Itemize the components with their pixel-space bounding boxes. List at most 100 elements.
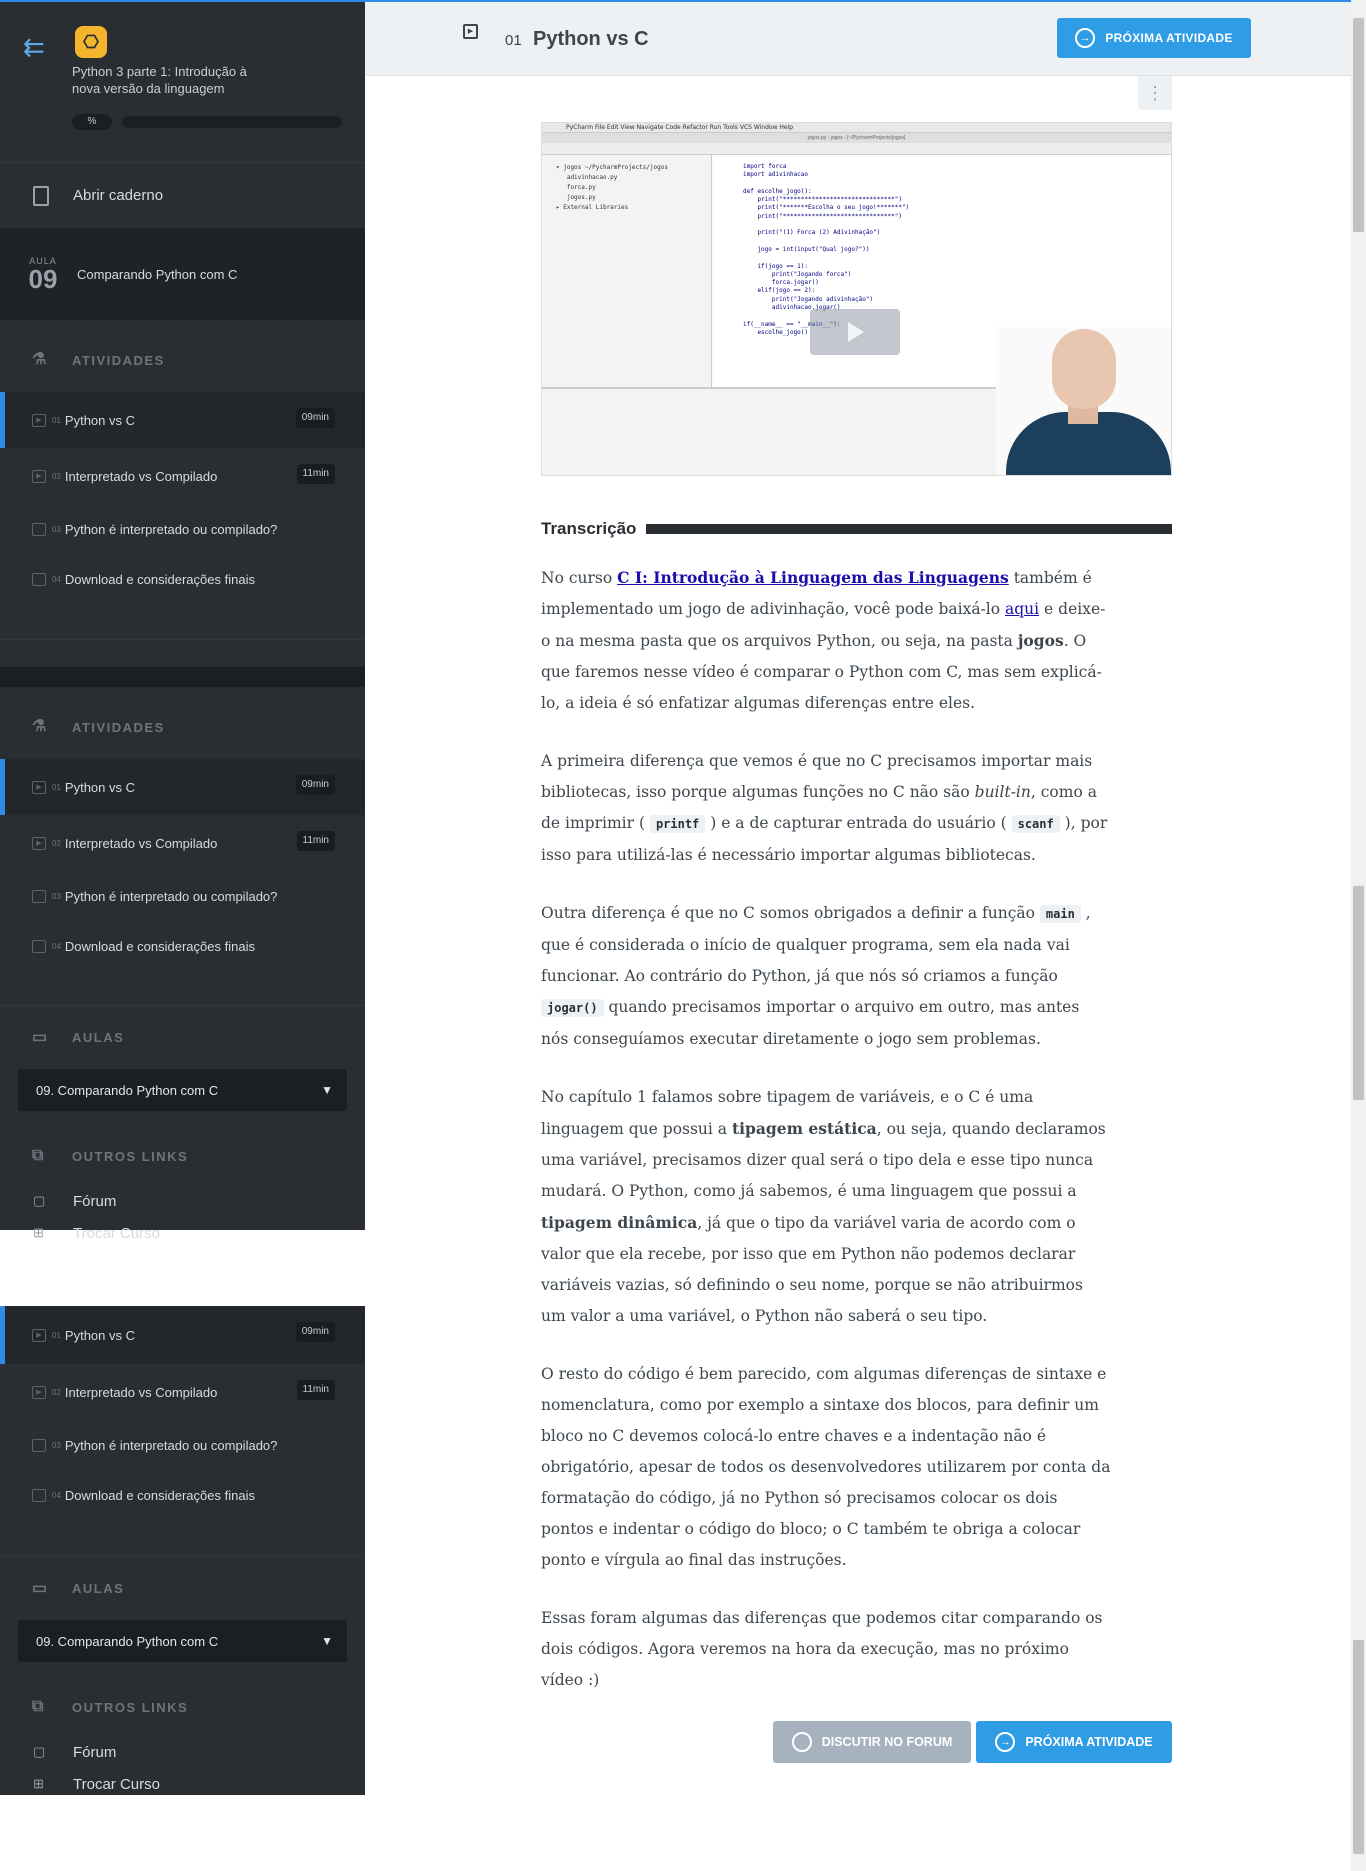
sidebar: ⇇ ⎔ Python 3 parte 1: Introdução à nova … (0, 0, 365, 1242)
links-title: OUTROS LINKS (72, 1699, 189, 1715)
switch-icon: ⊞ (33, 1225, 44, 1240)
progress-bar (122, 116, 342, 128)
activity-label: Interpretado vs Compilado (64, 468, 218, 484)
forum-link[interactable]: ▢ Fórum (0, 1736, 365, 1768)
activity-label: Python é interpretado ou compilado? (64, 888, 278, 904)
video-menubar: PyCharm File Edit View Navigate Code Ref… (542, 123, 1171, 133)
activity-label: Download e considerações finais (64, 1487, 255, 1503)
duration-badge: 09min (295, 775, 335, 795)
paragraph-4: No capítulo 1 falamos sobre tipagem de v… (541, 1082, 1111, 1332)
activity-item-1[interactable]: ▶ 01 Python vs C 09min (0, 759, 365, 815)
document-icon (33, 185, 49, 206)
book-icon (32, 572, 46, 586)
transcript-title: Transcrição (541, 519, 637, 538)
activities-header: ⚗ ATIVIDADES (0, 695, 365, 759)
download-link[interactable]: aqui (1005, 600, 1039, 618)
arrow-right-icon: → (995, 1732, 1016, 1752)
inline-code: main (1039, 905, 1081, 923)
progress-percent: % (72, 114, 112, 130)
activity-num: 03 (52, 891, 61, 901)
activity-num: 01 (52, 415, 61, 425)
next-activity-button[interactable]: → PRÓXIMA ATIVIDADE (1057, 18, 1251, 58)
book-icon (32, 1488, 46, 1502)
play-icon: ▶ (32, 1385, 46, 1399)
activity-label: Python é interpretado ou compilado? (64, 1437, 278, 1453)
paragraph-2: A primeira diferença que vemos é que no … (541, 746, 1111, 871)
activity-num: 02 (52, 838, 61, 848)
change-course-link[interactable]: ⊞ Trocar Curso (0, 1768, 365, 1800)
activity-label: Interpretado vs Compilado (64, 1384, 218, 1400)
italic-text: built-in (974, 783, 1031, 801)
back-arrow-icon[interactable]: ⇇ (23, 32, 53, 62)
activities-list: ▶ 01 Python vs C 09min ▶ 02 Interpretado v… (0, 392, 365, 604)
text: ) e a de capturar entrada do usuário ( (705, 814, 1012, 832)
lesson-select[interactable]: 09. Comparando Python com C ▼ (18, 1069, 347, 1111)
discuss-forum-label: DISCUTIR NO FORUM (821, 1735, 953, 1749)
bold-text: jogos (1017, 631, 1064, 650)
scrollbar-thumb[interactable] (1353, 886, 1364, 1100)
activity-item-4[interactable]: 04 Download e considerações finais (0, 1470, 365, 1520)
activity-item-2[interactable]: ▶ 02 Interpretado vs Compilado 11min (0, 448, 365, 504)
course-header: ⇇ ⎔ Python 3 parte 1: Introdução à nova … (0, 2, 365, 162)
open-notebook-link[interactable]: Abrir caderno (0, 162, 365, 228)
activity-item-1[interactable]: ▶ 01 Python vs C 09min (0, 1306, 365, 1364)
activity-label: Python vs C (64, 412, 135, 428)
scrollbar[interactable] (1351, 0, 1366, 1871)
play-icon: ▶ (32, 469, 46, 483)
activity-num: 04 (52, 1490, 61, 1500)
book-icon (32, 939, 46, 953)
activity-item-1[interactable]: ▶ 01 Python vs C 09min (0, 392, 365, 448)
course-title[interactable]: Python 3 parte 1: Introdução à nova vers… (72, 63, 272, 97)
transcript-header: Transcrição (541, 518, 1172, 540)
scrollbar-thumb[interactable] (1353, 18, 1364, 232)
activity-num: 04 (52, 941, 61, 951)
activity-item-2[interactable]: ▶ 02 Interpretado vs Compilado 11min (0, 1364, 365, 1420)
activity-label: Interpretado vs Compilado (64, 835, 218, 851)
aulas-header: ▭ AULAS (0, 1556, 365, 1620)
next-activity-bottom-label: PRÓXIMA ATIVIDADE (1025, 1735, 1153, 1749)
bold-text: tipagem estática (731, 1119, 877, 1138)
course-link[interactable]: C I: Introdução à Linguagem das Linguage… (617, 568, 1009, 587)
arrow-right-icon: → (1075, 28, 1096, 48)
activity-item-2[interactable]: ▶ 02 Interpretado vs Compilado 11min (0, 815, 365, 871)
change-course-label: Trocar Curso (73, 1775, 160, 1793)
lesson-number: AULA 09 (25, 256, 61, 292)
lesson-select[interactable]: 09. Comparando Python com C ▼ (18, 1620, 347, 1662)
book-icon (32, 1438, 46, 1452)
video-project-tree: ▾ jogos ~/PycharmProjects/jogos adivinha… (542, 155, 712, 387)
divider (0, 639, 365, 667)
presenter-image (996, 327, 1171, 475)
text: Outra diferença é que no C somos obrigad… (541, 904, 1040, 922)
lesson-select-value: 09. Comparando Python com C (36, 1633, 219, 1649)
activity-label: Download e considerações finais (64, 938, 255, 954)
aulas-header: ▭ AULAS (0, 1005, 365, 1069)
python-logo-icon: ⎔ (75, 26, 107, 58)
activity-num: 01 (52, 782, 61, 792)
activity-item-3[interactable]: 03 Python é interpretado ou compilado? (0, 1420, 365, 1470)
forum-link[interactable]: ▢ Fórum (0, 1185, 365, 1217)
activity-item-4[interactable]: 04 Download e considerações finais (0, 921, 365, 971)
scrollbar-thumb[interactable] (1353, 1640, 1364, 1854)
forum-label: Fórum (73, 1743, 117, 1761)
links-title: OUTROS LINKS (72, 1148, 189, 1164)
discuss-forum-button[interactable]: DISCUTIR NO FORUM (773, 1721, 971, 1763)
book-icon (32, 889, 46, 903)
activity-item-4[interactable]: 04 Download e considerações finais (0, 554, 365, 604)
activity-item-3[interactable]: 03 Python é interpretado ou compilado? (0, 504, 365, 554)
video-window-title: jogos.py - jogos - [~/PycharmProjects/jo… (542, 133, 1171, 143)
lifebuoy-icon (791, 1732, 812, 1752)
inline-code: scanf (1011, 815, 1060, 833)
transcript-bar (646, 524, 1172, 534)
duration-badge: 11min (296, 831, 335, 851)
play-icon[interactable] (810, 309, 900, 355)
links-icon: ⧉ (32, 1147, 45, 1164)
next-activity-bottom-button[interactable]: → PRÓXIMA ATIVIDADE (976, 1721, 1172, 1763)
more-options-icon[interactable]: ⋮ (1138, 76, 1172, 110)
change-course-link[interactable]: ⊞ Trocar Curso (0, 1217, 365, 1249)
activity-item-3[interactable]: 03 Python é interpretado ou compilado? (0, 871, 365, 921)
video-player[interactable]: PyCharm File Edit View Navigate Code Ref… (541, 122, 1172, 476)
chat-icon: ▢ (33, 1193, 46, 1208)
